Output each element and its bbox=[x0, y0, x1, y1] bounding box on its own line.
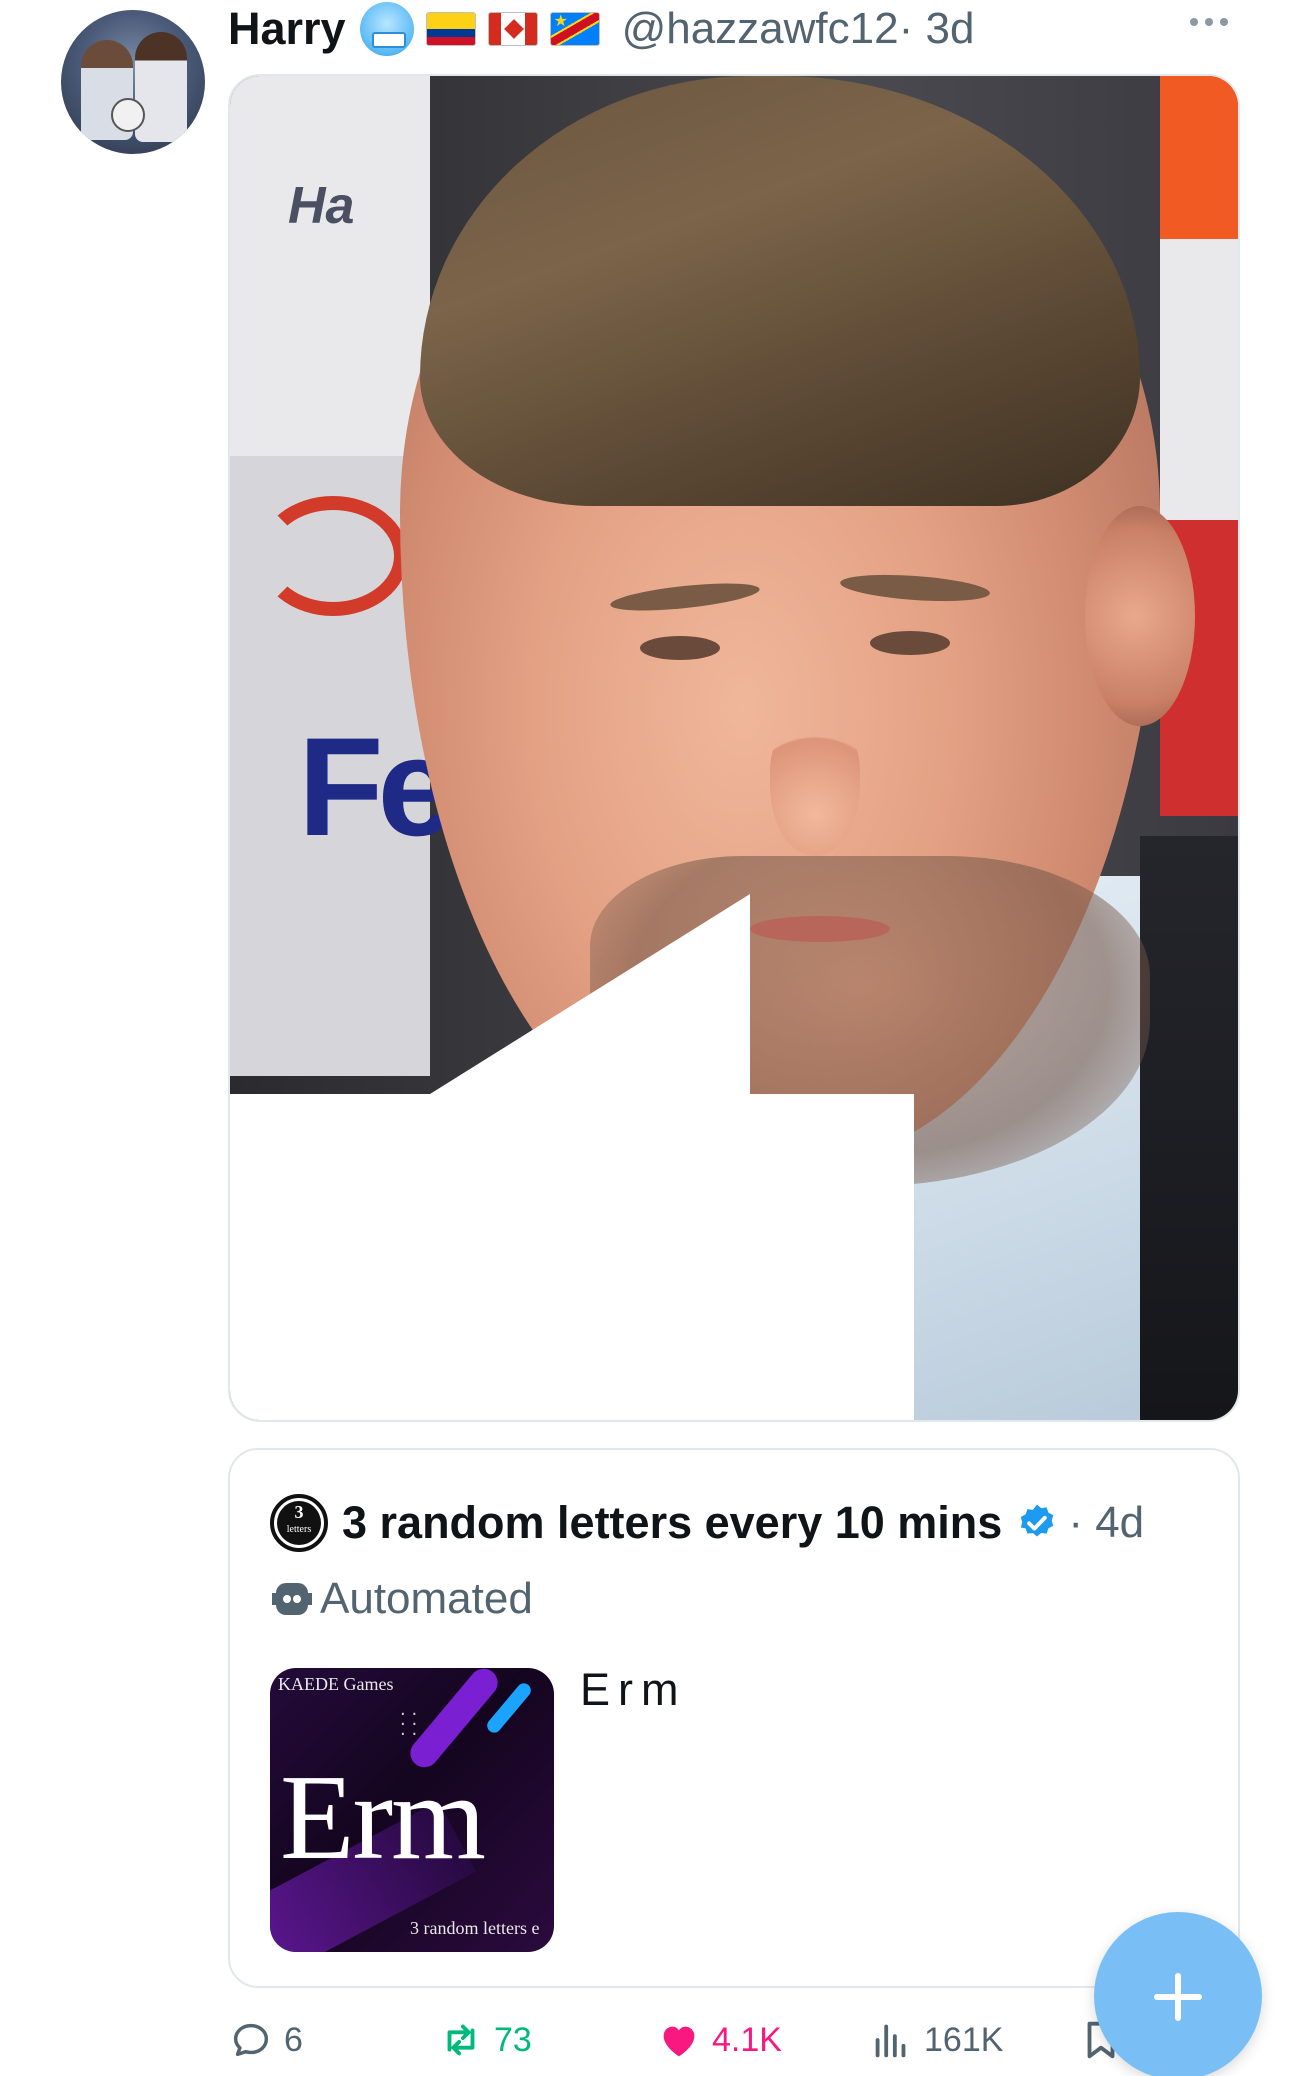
quoted-tweet[interactable]: 3 letters 3 random letters every 10 mins… bbox=[228, 1448, 1240, 1988]
quoted-account-avatar[interactable]: 3 letters bbox=[270, 1494, 328, 1552]
quoted-tweet-text: Erm bbox=[580, 1664, 687, 1715]
reply-icon bbox=[233, 2023, 269, 2057]
robot-icon bbox=[272, 1579, 312, 1619]
views-bar-chart-icon bbox=[875, 2024, 906, 2058]
automated-label: Automated bbox=[272, 1574, 533, 1624]
quoted-account-name[interactable]: 3 random letters every 10 mins bbox=[342, 1497, 1002, 1549]
reply-button[interactable]: 6 bbox=[228, 2010, 303, 2070]
colombia-flag-icon bbox=[425, 12, 476, 46]
tweet-time: · 3d bbox=[898, 4, 975, 53]
verified-badge-icon bbox=[1021, 1504, 1054, 1537]
like-count: 4.1K bbox=[712, 2020, 782, 2059]
retweet-count: 73 bbox=[494, 2020, 532, 2059]
tweet-action-bar: 6 73 4.1K 161K bbox=[228, 2010, 1240, 2070]
quoted-tweet-time: · 4d bbox=[1068, 1498, 1145, 1547]
cold-face-emoji-icon bbox=[359, 2, 414, 56]
reply-count: 6 bbox=[284, 2020, 303, 2059]
retweet-button[interactable]: 73 bbox=[438, 2010, 532, 2070]
view-count: 161K bbox=[924, 2020, 1004, 2059]
author-name[interactable]: Harry bbox=[228, 3, 346, 55]
dr-congo-flag-icon bbox=[549, 12, 600, 46]
photo-of-man: Ha Fe bbox=[230, 76, 1238, 1420]
views-button[interactable]: 161K bbox=[868, 2010, 1003, 2070]
quoted-media-thumbnail[interactable]: KAEDE Games · · · · · · Erm 3 random lette… bbox=[270, 1668, 554, 1952]
canada-flag-icon bbox=[487, 12, 538, 46]
tweet-header: Harry @hazzawfc12· 3d bbox=[228, 0, 974, 58]
retweet-icon bbox=[447, 2024, 475, 2056]
like-button[interactable]: 4.1K bbox=[656, 2010, 782, 2070]
author-handle[interactable]: @hazzawfc12· 3d bbox=[622, 4, 975, 54]
author-avatar[interactable] bbox=[61, 10, 205, 154]
tweet-media-image[interactable]: Ha Fe bbox=[228, 74, 1240, 1422]
more-options-icon[interactable] bbox=[1190, 18, 1228, 26]
heart-filled-icon bbox=[663, 2026, 695, 2057]
compose-tweet-button[interactable] bbox=[1094, 1912, 1262, 2076]
